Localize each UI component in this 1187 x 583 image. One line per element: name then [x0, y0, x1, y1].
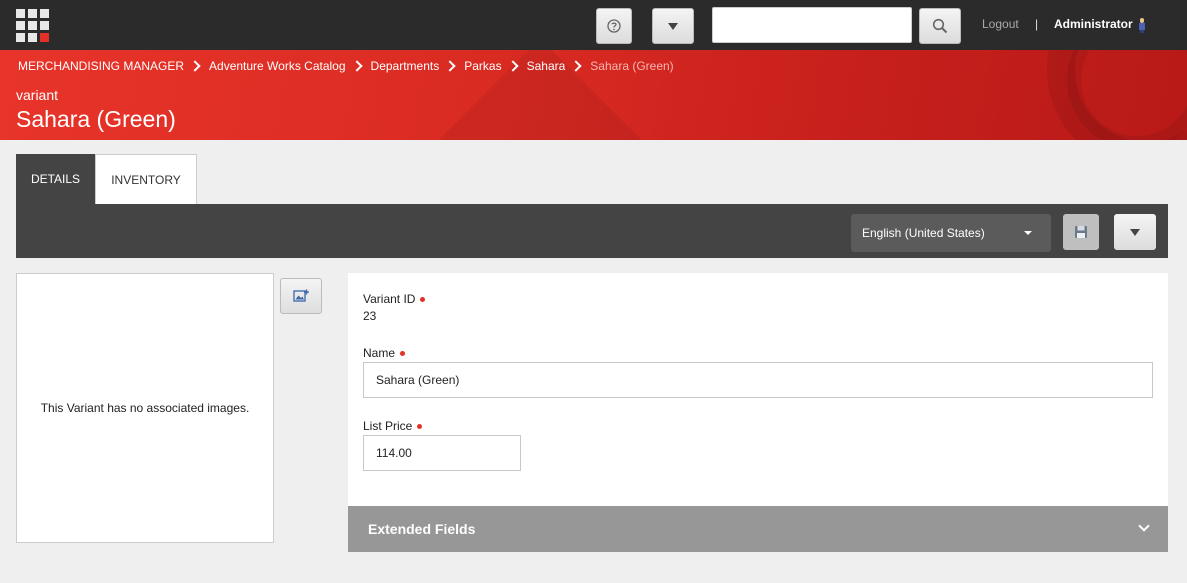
chevron-right-icon [506, 60, 519, 72]
required-indicator-icon [400, 350, 406, 356]
save-icon [1075, 226, 1087, 238]
language-select[interactable]: English (United States) [851, 214, 1051, 252]
tab-details[interactable]: DETAILS [16, 154, 95, 204]
search-button[interactable] [919, 8, 961, 44]
list-price-label: List Price [363, 419, 423, 433]
app-launcher-icon[interactable] [16, 9, 49, 42]
no-images-message: This Variant has no associated images. [40, 401, 250, 415]
name-field[interactable] [363, 362, 1153, 398]
help-icon [607, 19, 621, 33]
name-label: Name [363, 346, 406, 360]
breadcrumb-sahara[interactable]: Sahara [527, 59, 566, 73]
variant-id-label: Variant ID [363, 292, 426, 306]
caret-down-icon [1024, 231, 1032, 235]
more-actions-button[interactable] [1114, 214, 1156, 250]
required-indicator-icon [420, 296, 426, 302]
search-icon [932, 18, 948, 34]
list-price-label-text: List Price [363, 419, 413, 433]
breadcrumb: MERCHANDISING MANAGER Adventure Works Ca… [18, 59, 674, 73]
topbar-separator: | [1035, 17, 1039, 31]
chevron-down-icon [1138, 520, 1150, 532]
required-indicator-icon [417, 423, 423, 429]
top-bar: Logout | Administrator [0, 0, 1187, 50]
user-icon [1139, 18, 1145, 33]
add-image-icon [293, 289, 309, 302]
variant-id-label-text: Variant ID [363, 292, 416, 306]
save-button[interactable] [1063, 214, 1099, 250]
caret-down-icon [1130, 228, 1140, 236]
chevron-right-icon [570, 60, 582, 72]
help-button[interactable] [596, 8, 632, 44]
variant-id-value: 23 [363, 309, 377, 323]
language-select-value: English (United States) [862, 226, 985, 240]
list-price-field[interactable] [363, 435, 521, 471]
caret-down-icon [668, 22, 678, 30]
page-title: Sahara (Green) [16, 106, 176, 132]
tab-inventory[interactable]: INVENTORY [95, 154, 197, 204]
chevron-right-icon [189, 60, 201, 72]
page-header: MERCHANDISING MANAGER Adventure Works Ca… [0, 50, 1187, 140]
chevron-right-icon [350, 60, 363, 72]
breadcrumb-parkas[interactable]: Parkas [464, 59, 501, 73]
breadcrumb-merchandising-manager[interactable]: MERCHANDISING MANAGER [18, 59, 184, 73]
name-label-text: Name [363, 346, 396, 360]
username-label[interactable]: Administrator [1054, 17, 1133, 31]
chevron-right-icon [444, 60, 456, 72]
extended-fields-label: Extended Fields [368, 521, 476, 537]
breadcrumb-catalog[interactable]: Adventure Works Catalog [209, 59, 346, 73]
extended-fields-section-header[interactable]: Extended Fields [348, 506, 1168, 552]
search-input[interactable] [712, 7, 912, 43]
add-image-button[interactable] [280, 278, 322, 314]
variant-details-form: Variant ID 23 Name List Price [348, 273, 1168, 506]
variant-images-panel: This Variant has no associated images. [16, 273, 274, 543]
app-menu-dropdown-button[interactable] [652, 8, 694, 44]
item-type-label: variant [16, 87, 59, 103]
breadcrumb-departments[interactable]: Departments [371, 59, 440, 73]
logout-link[interactable]: Logout [982, 17, 1019, 31]
breadcrumb-current: Sahara (Green) [590, 59, 674, 73]
